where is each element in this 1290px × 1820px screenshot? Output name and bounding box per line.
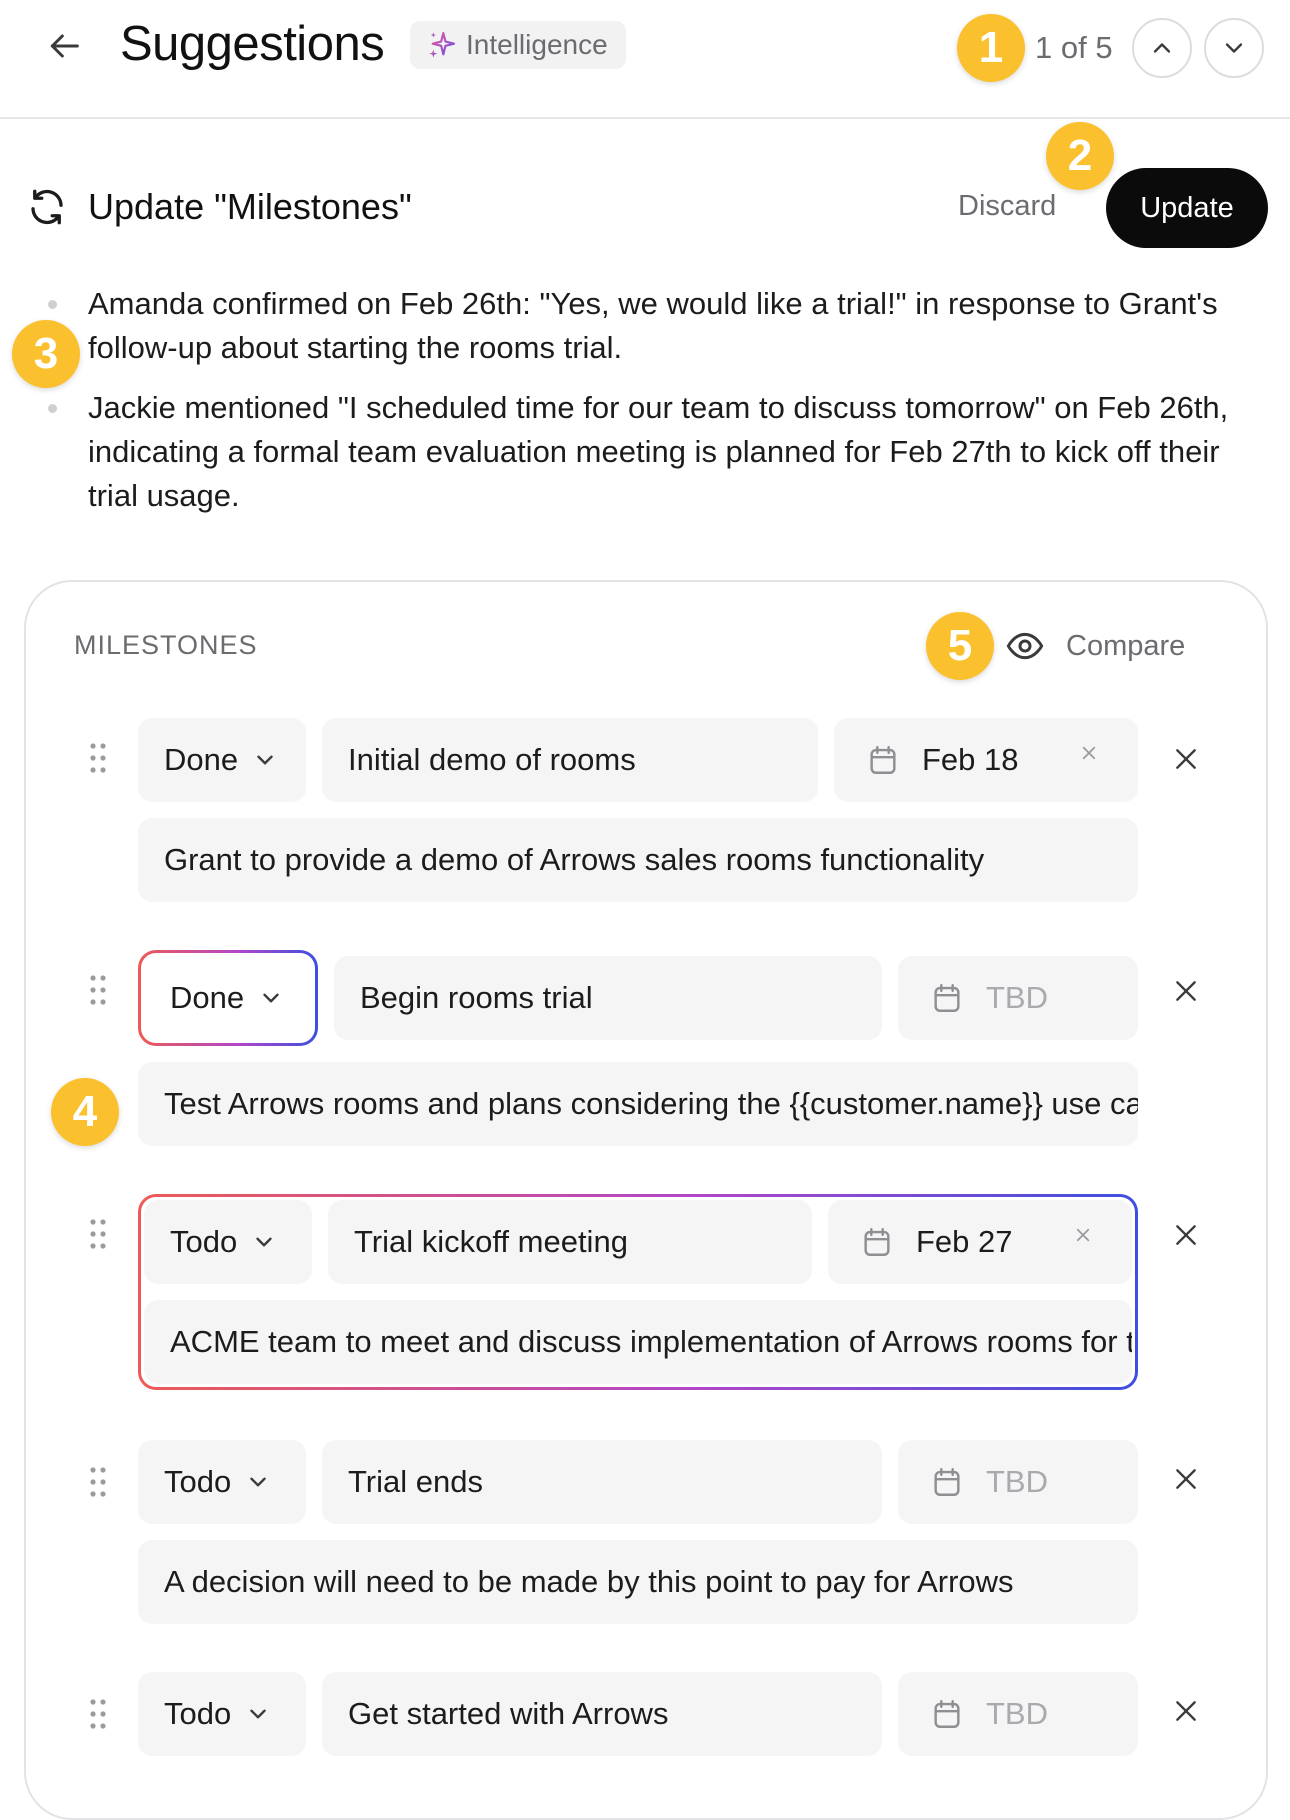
- milestone-description-input[interactable]: ACME team to meet and discuss implementa…: [144, 1300, 1132, 1384]
- eye-icon[interactable]: [1003, 626, 1047, 666]
- drag-handle-icon[interactable]: [88, 742, 108, 774]
- reason-item: Amanda confirmed on Feb 26th: "Yes, we w…: [0, 282, 1290, 370]
- drag-handle-icon[interactable]: [88, 1466, 108, 1498]
- previous-suggestion-button[interactable]: [1132, 18, 1192, 78]
- milestone-title-input[interactable]: Trial kickoff meeting: [328, 1200, 812, 1284]
- status-value: Todo: [164, 1464, 232, 1499]
- remove-milestone-icon[interactable]: [1173, 1222, 1199, 1248]
- chevron-down-icon: [250, 1477, 266, 1487]
- date-value: TBD: [986, 980, 1048, 1015]
- status-dropdown[interactable]: Todo: [138, 1440, 306, 1524]
- clear-date-icon[interactable]: [1080, 744, 1098, 762]
- date-picker[interactable]: Feb 27: [828, 1200, 1132, 1284]
- discard-button[interactable]: Discard: [958, 190, 1056, 223]
- date-value: Feb 27: [916, 1224, 1013, 1259]
- remove-milestone-icon[interactable]: [1173, 978, 1199, 1004]
- chevron-down-icon: [256, 1237, 272, 1247]
- status-value: Todo: [170, 1224, 238, 1259]
- date-value: Feb 18: [922, 742, 1019, 777]
- drag-handle-icon[interactable]: [88, 1698, 108, 1730]
- intelligence-badge: Intelligence: [410, 21, 626, 69]
- sparkle-icon: [429, 31, 456, 58]
- calendar-icon: [870, 746, 896, 774]
- chevron-down-icon: [263, 993, 279, 1003]
- callout-marker-1: 1: [957, 14, 1025, 82]
- suggestion-reasons-list: Amanda confirmed on Feb 26th: "Yes, we w…: [0, 282, 1290, 534]
- suggestion-counter: 1 of 5: [1035, 30, 1113, 65]
- milestone-description-input[interactable]: A decision will need to be made by this …: [138, 1540, 1138, 1624]
- calendar-icon: [934, 984, 960, 1012]
- intelligence-badge-label: Intelligence: [466, 29, 608, 60]
- status-dropdown[interactable]: Done: [144, 956, 312, 1040]
- calendar-icon: [934, 1700, 960, 1728]
- calendar-icon: [934, 1468, 960, 1496]
- reason-text: Amanda confirmed on Feb 26th: "Yes, we w…: [88, 286, 1218, 365]
- page-title: Suggestions: [120, 17, 385, 71]
- bullet-dot: [48, 404, 57, 413]
- milestone-description-input[interactable]: Test Arrows rooms and plans considering …: [138, 1062, 1138, 1146]
- date-picker[interactable]: TBD: [898, 1672, 1138, 1756]
- update-button[interactable]: Update: [1106, 168, 1268, 248]
- chevron-down-icon: [257, 755, 273, 765]
- reason-text: Jackie mentioned "I scheduled time for o…: [88, 390, 1229, 513]
- compare-button[interactable]: Compare: [1066, 630, 1185, 663]
- remove-milestone-icon[interactable]: [1173, 746, 1199, 772]
- milestones-section-label: MILESTONES: [74, 630, 258, 660]
- remove-milestone-icon[interactable]: [1173, 1698, 1199, 1724]
- refresh-icon: [31, 189, 63, 225]
- status-value: Done: [170, 980, 245, 1015]
- suggestion-title: Update "Milestones": [88, 186, 412, 227]
- top-bar: Suggestions Intelligence 1 of 5: [0, 0, 1290, 119]
- bullet-dot: [48, 300, 57, 309]
- date-picker[interactable]: Feb 18: [834, 718, 1138, 802]
- drag-handle-icon[interactable]: [88, 1218, 108, 1250]
- status-value: Todo: [164, 1696, 232, 1731]
- milestone-description-input[interactable]: Grant to provide a demo of Arrows sales …: [138, 818, 1138, 902]
- remove-milestone-icon[interactable]: [1173, 1466, 1199, 1492]
- status-dropdown[interactable]: Done: [138, 718, 306, 802]
- chevron-up-icon: [1153, 43, 1171, 53]
- milestone-title-input[interactable]: Begin rooms trial: [334, 956, 882, 1040]
- drag-handle-icon[interactable]: [88, 974, 108, 1006]
- clear-date-icon[interactable]: [1074, 1226, 1092, 1244]
- milestone-title-input[interactable]: Initial demo of rooms: [322, 718, 818, 802]
- status-value: Done: [164, 742, 239, 777]
- status-dropdown[interactable]: Todo: [144, 1200, 312, 1284]
- chevron-down-icon: [250, 1709, 266, 1719]
- status-dropdown[interactable]: Todo: [138, 1672, 306, 1756]
- reason-item: Jackie mentioned "I scheduled time for o…: [0, 386, 1290, 518]
- date-picker[interactable]: TBD: [898, 1440, 1138, 1524]
- callout-marker-2: 2: [1046, 122, 1114, 190]
- date-value: TBD: [986, 1696, 1048, 1731]
- milestone-title-input[interactable]: Trial ends: [322, 1440, 882, 1524]
- milestone-title-input[interactable]: Get started with Arrows: [322, 1672, 882, 1756]
- date-picker[interactable]: TBD: [898, 956, 1138, 1040]
- calendar-icon: [864, 1228, 890, 1256]
- back-arrow-icon[interactable]: [44, 26, 84, 66]
- next-suggestion-button[interactable]: [1204, 18, 1264, 78]
- date-value: TBD: [986, 1464, 1048, 1499]
- chevron-down-icon: [1225, 43, 1243, 53]
